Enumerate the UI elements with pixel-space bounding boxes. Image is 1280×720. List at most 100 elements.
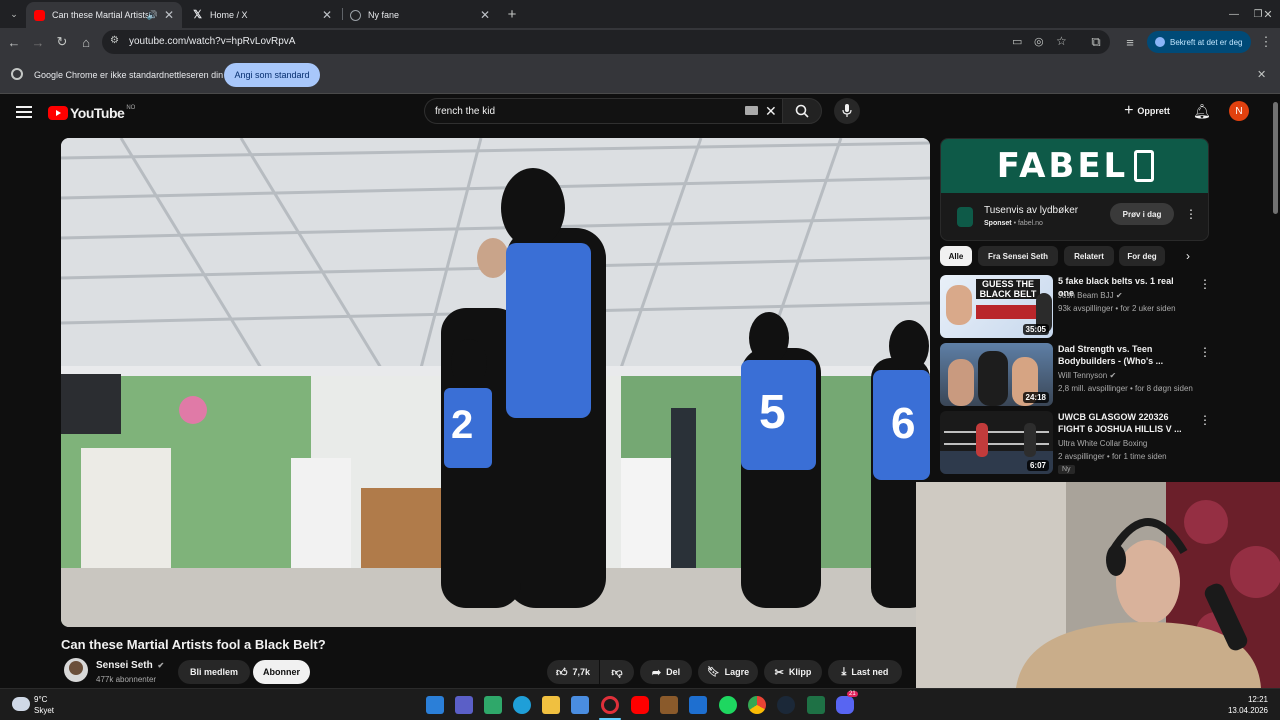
- chip-from-channel[interactable]: Fra Sensei Seth: [978, 246, 1058, 266]
- video-thumbnail[interactable]: GUESS THE BLACK BELT 35:05: [940, 275, 1053, 338]
- like-button[interactable]: 👍︎ 7,7k: [547, 660, 599, 684]
- weather-cloud-icon[interactable]: [12, 697, 30, 711]
- chevron-right-icon[interactable]: ›: [1186, 249, 1190, 263]
- create-button[interactable]: + Opprett: [1113, 98, 1181, 124]
- weather-temperature[interactable]: 9°C: [34, 695, 47, 704]
- close-infobar-icon[interactable]: ✕: [1257, 68, 1266, 81]
- weather-condition[interactable]: Skyet: [34, 706, 54, 715]
- sponsored-ad[interactable]: FABEL Tusenvis av lydbøker Sponset • fab…: [940, 138, 1209, 241]
- ad-menu-icon[interactable]: ⋮: [1185, 207, 1197, 221]
- extensions-icon[interactable]: ⧉: [1084, 28, 1108, 56]
- teams-icon[interactable]: [455, 696, 473, 714]
- ad-cta-button[interactable]: Prøv i dag: [1110, 203, 1174, 225]
- video-title[interactable]: UWCB GLASGOW 220326 FIGHT 6 JOSHUA HILLI…: [1058, 411, 1192, 435]
- tab-youtube[interactable]: Can these Martial Artists fo 🔊 ✕: [26, 2, 182, 28]
- notifications-bell-icon[interactable]: 🔔︎: [1193, 103, 1211, 120]
- audio-playing-icon[interactable]: 🔊: [147, 10, 158, 21]
- channel-name[interactable]: Josh Beam BJJ ✔: [1058, 291, 1123, 300]
- dislike-button[interactable]: 👎︎: [600, 660, 634, 684]
- video-title[interactable]: Dad Strength vs. Teen Bodybuilders - (Wh…: [1058, 343, 1192, 367]
- page-scrollbar[interactable]: [1271, 94, 1280, 482]
- chrome-logo-icon: [11, 68, 23, 80]
- more-actions-icon[interactable]: ⋮: [1199, 277, 1211, 291]
- microsoft-store-icon[interactable]: [571, 696, 589, 714]
- discord-icon[interactable]: 21: [836, 691, 858, 714]
- chip-related[interactable]: Relatert: [1064, 246, 1114, 266]
- system-clock[interactable]: 12:21 13.04.2026: [1228, 694, 1268, 716]
- chip-all[interactable]: Alle: [940, 246, 972, 266]
- recommendation-item[interactable]: 24:18 Dad Strength vs. Teen Bodybuilders…: [940, 343, 1215, 407]
- recommendation-item[interactable]: GUESS THE BLACK BELT 35:05 5 fake black …: [940, 275, 1215, 339]
- file-explorer-icon[interactable]: [542, 696, 560, 714]
- clip-button[interactable]: ✂ Klipp: [764, 660, 822, 684]
- chrome-menu-icon[interactable]: ⋮: [1254, 28, 1278, 56]
- outlook-icon[interactable]: [689, 696, 707, 714]
- reload-icon[interactable]: ↻: [50, 28, 74, 56]
- share-button[interactable]: ➦ Del: [640, 660, 692, 684]
- save-button[interactable]: 🔖︎ Lagre: [698, 660, 758, 684]
- more-actions-icon[interactable]: ⋮: [1199, 345, 1211, 359]
- channel-name-text[interactable]: Sensei Seth: [96, 660, 153, 671]
- voice-search-button[interactable]: [834, 98, 860, 124]
- url-text[interactable]: youtube.com/watch?v=hpRvLovRpvA: [129, 36, 295, 47]
- clear-search-icon[interactable]: ✕: [765, 103, 777, 120]
- bookmark-star-icon[interactable]: ☆: [1056, 34, 1067, 48]
- more-actions-icon[interactable]: ⋮: [1199, 413, 1211, 427]
- chip-for-you[interactable]: For deg: [1119, 246, 1165, 266]
- video-title: Can these Martial Artists fool a Black B…: [61, 637, 326, 652]
- windows-start-icon[interactable]: [426, 696, 444, 714]
- spotify-icon[interactable]: [719, 696, 737, 714]
- search-button[interactable]: [782, 98, 822, 124]
- youtube-logo[interactable]: YouTube NO: [48, 105, 135, 121]
- set-default-button[interactable]: Angi som standard: [224, 63, 320, 87]
- video-player[interactable]: 2 5 6: [61, 138, 930, 627]
- home-icon[interactable]: ⌂: [74, 28, 98, 56]
- video-thumbnail[interactable]: 24:18: [940, 343, 1053, 406]
- channel-name-text[interactable]: Will Tennyson: [1058, 371, 1107, 380]
- video-thumbnail[interactable]: 6:07: [940, 411, 1053, 474]
- reading-list-icon[interactable]: ≡: [1118, 28, 1142, 56]
- forward-icon[interactable]: →: [26, 28, 50, 56]
- excel-icon[interactable]: [807, 696, 825, 714]
- tracking-protection-icon[interactable]: ◎: [1034, 35, 1044, 48]
- close-tab-icon[interactable]: ✕: [164, 8, 174, 22]
- tab-title: Home / X: [210, 10, 248, 20]
- download-button[interactable]: ⤓ Last ned: [828, 660, 902, 684]
- tab-new-tab[interactable]: Ny fane ✕: [342, 2, 498, 28]
- account-avatar[interactable]: N: [1229, 101, 1249, 121]
- subscribe-button[interactable]: Abonner: [253, 660, 310, 684]
- search-box[interactable]: french the kid ✕: [424, 98, 784, 124]
- join-button[interactable]: Bli medlem: [178, 660, 250, 684]
- chrome-icon[interactable]: [748, 696, 766, 714]
- minimize-window-icon[interactable]: —: [1222, 0, 1246, 28]
- channel-name[interactable]: Sensei Seth ✔: [96, 660, 164, 671]
- close-window-icon[interactable]: ✕: [1256, 0, 1280, 28]
- game-launcher-icon[interactable]: [660, 696, 678, 714]
- channel-avatar[interactable]: [64, 658, 88, 682]
- new-tab-button[interactable]: +: [500, 0, 524, 28]
- scrollbar-thumb[interactable]: [1273, 102, 1278, 214]
- channel-name-text[interactable]: Josh Beam BJJ: [1058, 291, 1114, 300]
- steam-icon[interactable]: [777, 696, 795, 714]
- edge-icon[interactable]: [513, 696, 531, 714]
- opera-gx-icon[interactable]: [601, 696, 619, 714]
- channel-name[interactable]: Will Tennyson ✔: [1058, 371, 1116, 380]
- youtube-app-icon[interactable]: [631, 696, 649, 714]
- ad-banner[interactable]: FABEL: [941, 139, 1208, 193]
- tab-x-home[interactable]: 𝕏 Home / X ✕: [184, 2, 340, 28]
- verified-icon: ✔: [1115, 291, 1123, 300]
- site-info-icon[interactable]: ⚙: [110, 35, 119, 46]
- guide-menu-icon[interactable]: [16, 104, 32, 118]
- back-icon[interactable]: ←: [2, 28, 26, 56]
- channel-name[interactable]: Ultra White Collar Boxing: [1058, 439, 1147, 448]
- cast-icon[interactable]: ▭: [1012, 35, 1022, 48]
- search-input[interactable]: french the kid: [435, 106, 495, 117]
- whatsapp-icon[interactable]: [484, 696, 502, 714]
- close-tab-icon[interactable]: ✕: [480, 8, 490, 22]
- recommendation-item[interactable]: 6:07 UWCB GLASGOW 220326 FIGHT 6 JOSHUA …: [940, 411, 1215, 475]
- profile-verify-button[interactable]: Bekreft at det er deg: [1147, 31, 1251, 53]
- keyboard-icon[interactable]: [745, 106, 758, 115]
- tab-search-icon[interactable]: ⌄: [2, 0, 26, 28]
- address-bar[interactable]: ⚙ youtube.com/watch?v=hpRvLovRpvA ▭ ◎ ☆: [102, 30, 1110, 54]
- close-tab-icon[interactable]: ✕: [322, 8, 332, 22]
